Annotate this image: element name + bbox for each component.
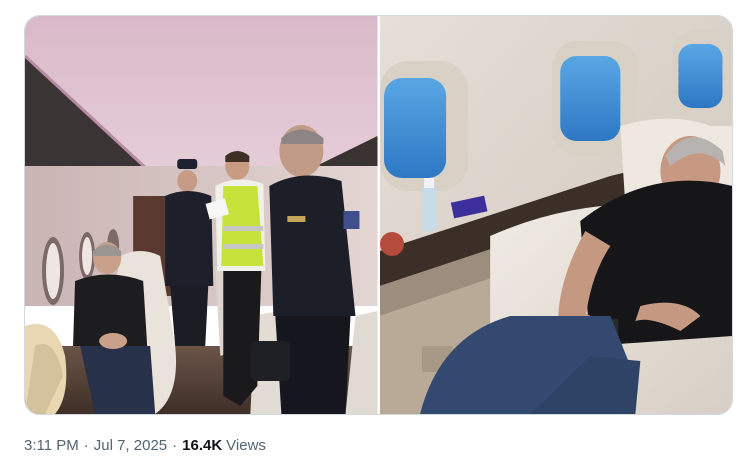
tweet-timestamp-time[interactable]: 3:11 PM bbox=[24, 437, 79, 454]
views-count: 16.4K bbox=[182, 437, 223, 454]
tweet-media-grid bbox=[24, 15, 733, 415]
meta-separator: · bbox=[83, 437, 89, 454]
tweet-timestamp-date[interactable]: Jul 7, 2025 bbox=[94, 437, 167, 454]
tweet-photo-2[interactable] bbox=[379, 16, 732, 414]
views-label: Views bbox=[226, 437, 266, 454]
meta-separator: · bbox=[172, 437, 178, 454]
tweet-photo-1[interactable] bbox=[25, 16, 378, 414]
photo-cabin-officers bbox=[25, 16, 378, 414]
photo-man-seat bbox=[379, 16, 732, 414]
tweet-metadata: 3:11 PM · Jul 7, 2025 · 16.4K Views bbox=[24, 437, 266, 454]
